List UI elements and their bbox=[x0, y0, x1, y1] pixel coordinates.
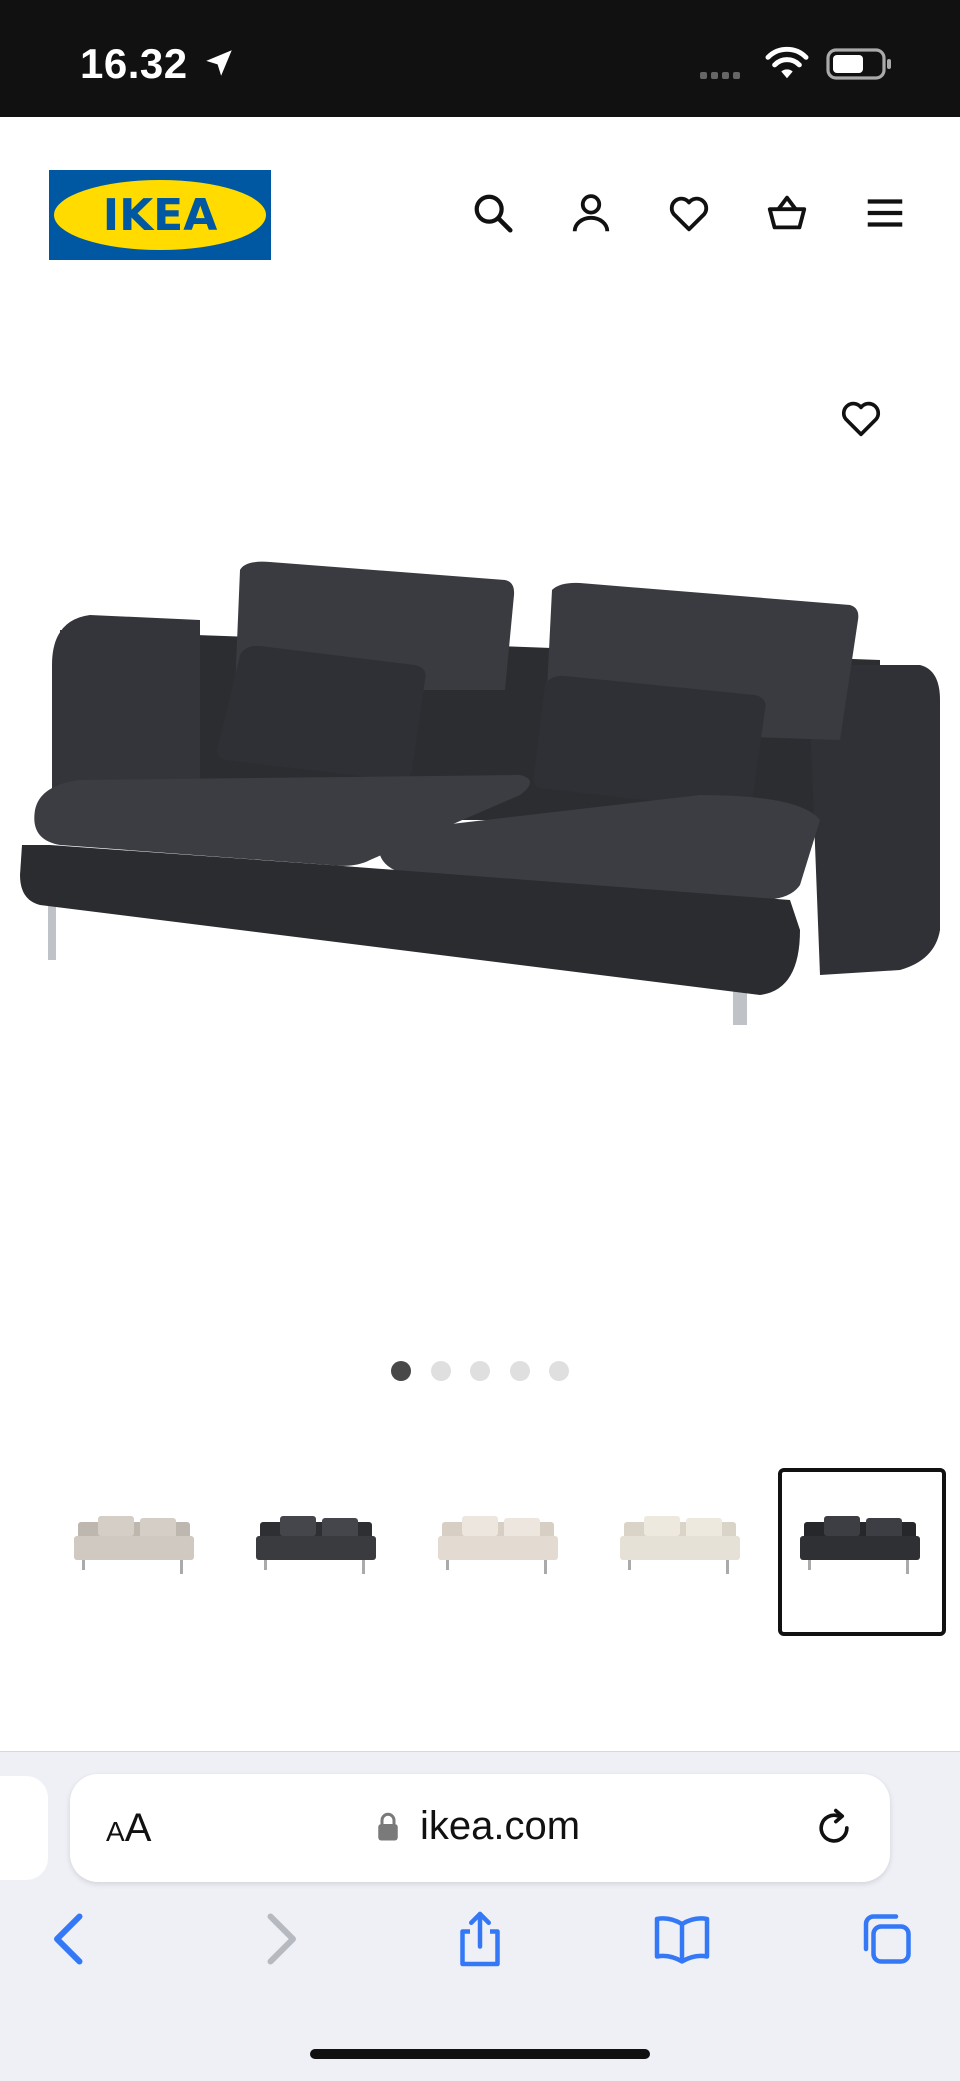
favorites-heart-icon[interactable] bbox=[666, 190, 712, 236]
home-indicator bbox=[310, 2049, 650, 2059]
shopping-basket-icon[interactable] bbox=[764, 190, 810, 236]
lock-icon bbox=[378, 1812, 398, 1841]
image-carousel-indicator bbox=[0, 1361, 960, 1387]
back-icon[interactable] bbox=[42, 1909, 102, 1969]
search-icon[interactable] bbox=[470, 190, 516, 236]
bookmarks-icon[interactable] bbox=[652, 1909, 712, 1969]
url-text[interactable]: ikea.com bbox=[420, 1804, 580, 1849]
sofa-thumbnail bbox=[620, 1516, 740, 1574]
sofa-thumbnail bbox=[256, 1516, 376, 1574]
carousel-dot[interactable] bbox=[470, 1361, 490, 1381]
product-image-sofa[interactable] bbox=[0, 520, 960, 1080]
account-icon[interactable] bbox=[568, 190, 614, 236]
ikea-logo[interactable]: IKEA bbox=[49, 170, 271, 260]
color-variant-thumbnail-selected[interactable] bbox=[778, 1468, 946, 1636]
color-variant-thumbnail[interactable] bbox=[234, 1468, 402, 1636]
status-time: 16.32 bbox=[80, 40, 188, 87]
browser-toolbar bbox=[0, 1889, 960, 2081]
browser-address-area: AA ikea.com bbox=[0, 1751, 960, 1890]
carousel-dot[interactable] bbox=[549, 1361, 569, 1381]
add-to-favorites-heart-icon[interactable] bbox=[838, 395, 884, 441]
color-variant-thumbnail[interactable] bbox=[52, 1468, 220, 1636]
share-icon[interactable] bbox=[450, 1909, 510, 1969]
text-size-button[interactable]: AA bbox=[106, 1806, 151, 1851]
carousel-dot[interactable] bbox=[391, 1361, 411, 1381]
color-variant-thumbnail[interactable] bbox=[416, 1468, 584, 1636]
carousel-dot[interactable] bbox=[431, 1361, 451, 1381]
location-arrow-icon bbox=[206, 50, 232, 76]
reload-icon[interactable] bbox=[812, 1806, 856, 1850]
menu-hamburger-icon[interactable] bbox=[862, 190, 908, 236]
logo-text: IKEA bbox=[103, 190, 218, 241]
sofa-leg bbox=[48, 905, 56, 960]
sofa-thumbnail bbox=[74, 1516, 194, 1574]
cellular-signal-icon bbox=[700, 66, 744, 84]
forward-icon[interactable] bbox=[248, 1909, 308, 1969]
battery-icon bbox=[826, 48, 891, 80]
previous-tab-preview[interactable] bbox=[0, 1776, 48, 1880]
sofa-thumbnail bbox=[800, 1516, 920, 1574]
color-variant-thumbnail[interactable] bbox=[598, 1468, 766, 1636]
status-bar: 16.32 bbox=[0, 0, 960, 117]
carousel-dot[interactable] bbox=[510, 1361, 530, 1381]
wifi-icon bbox=[765, 46, 809, 79]
address-bar[interactable]: AA ikea.com bbox=[70, 1774, 890, 1882]
sofa-thumbnail bbox=[438, 1516, 558, 1574]
tabs-icon[interactable] bbox=[856, 1909, 916, 1969]
color-variant-thumbnails bbox=[0, 1468, 960, 1640]
